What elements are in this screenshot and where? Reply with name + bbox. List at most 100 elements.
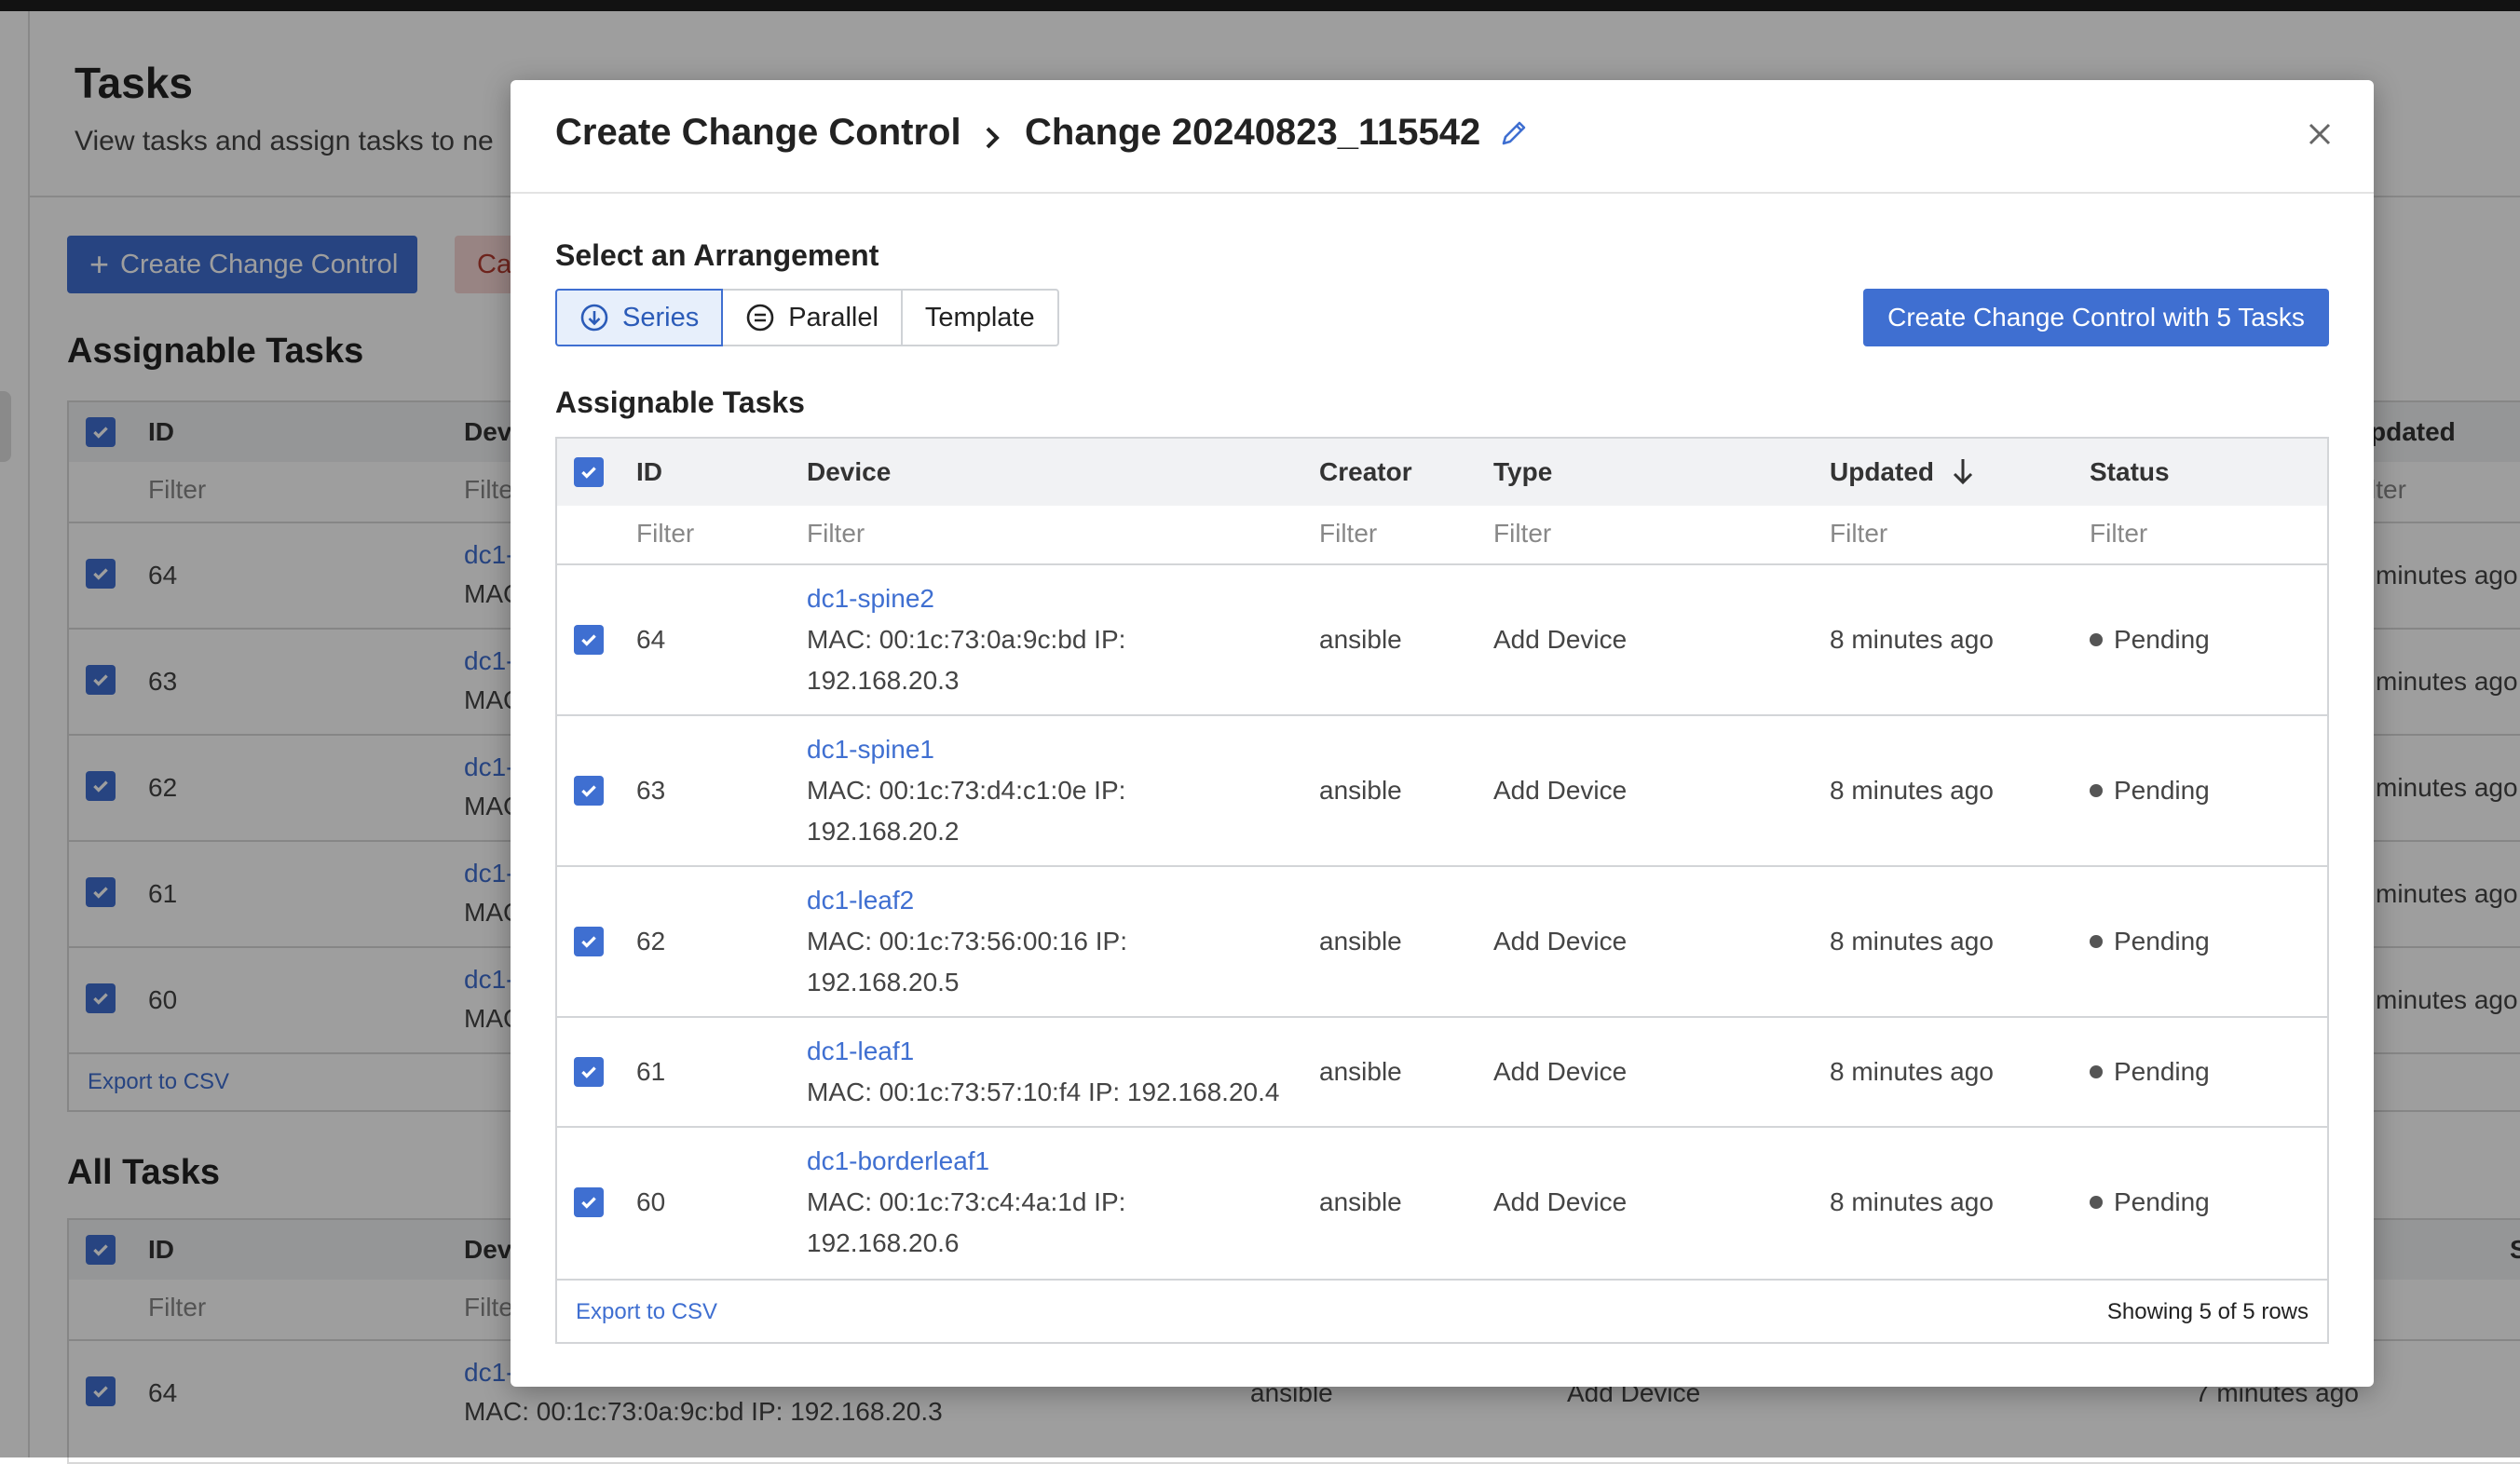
status-label: Pending	[2114, 776, 2210, 805]
filter-updated-input[interactable]: Filter	[1830, 519, 1887, 549]
device-mac: MAC: 00:1c:73:d4:c1:0e IP:	[807, 776, 1126, 805]
row-device-cell: dc1-spine1 MAC: 00:1c:73:d4:c1:0e IP: 19…	[807, 729, 1125, 852]
series-label: Series	[622, 302, 700, 332]
row-device-cell: dc1-borderleaf1 MAC: 00:1c:73:c4:4a:1d I…	[807, 1141, 1125, 1264]
select-all-checkbox[interactable]	[574, 457, 604, 487]
device-ip: 192.168.20.6	[807, 1228, 960, 1257]
chevron-right-icon	[978, 117, 1006, 164]
column-header-device[interactable]: Device	[807, 457, 891, 487]
arrangement-label: Select an Arrangement	[555, 238, 879, 272]
row-device-cell: dc1-spine2 MAC: 00:1c:73:0a:9c:bd IP: 19…	[807, 578, 1125, 701]
row-type: Add Device	[1493, 1057, 1628, 1086]
row-count-label: Showing 5 of 5 rows	[2106, 1299, 2309, 1324]
row-id: 64	[636, 625, 666, 654]
device-mac: MAC: 00:1c:73:0a:9c:bd IP:	[807, 625, 1126, 654]
row-updated: 8 minutes ago	[1830, 776, 1994, 805]
row-creator: ansible	[1319, 1187, 1402, 1216]
create-change-control-modal: Create Change Control Change 20240823_11…	[511, 80, 2374, 1387]
row-device-cell: dc1-leaf2 MAC: 00:1c:73:56:00:16 IP: 192…	[807, 880, 1127, 1003]
check-icon	[581, 467, 596, 479]
column-header-updated[interactable]: Updated	[1830, 457, 1975, 489]
table-row[interactable]: 61 dc1-leaf1 MAC: 00:1c:73:57:10:f4 IP: …	[557, 1018, 2327, 1128]
row-checkbox[interactable]	[574, 776, 604, 806]
device-link[interactable]: dc1-leaf1	[807, 1031, 1279, 1072]
filter-creator-input[interactable]: Filter	[1319, 519, 1377, 549]
row-updated: 8 minutes ago	[1830, 625, 1994, 654]
arrangement-template-button[interactable]: Template	[900, 289, 1059, 346]
row-status: Pending	[2090, 1187, 2210, 1217]
status-dot-icon	[2090, 783, 2103, 797]
row-type: Add Device	[1493, 927, 1628, 956]
pencil-icon[interactable]	[1498, 117, 1530, 149]
parallel-label: Parallel	[788, 302, 879, 332]
filter-status-input[interactable]: Filter	[2090, 519, 2147, 549]
table-row[interactable]: 60 dc1-borderleaf1 MAC: 00:1c:73:c4:4a:1…	[557, 1128, 2327, 1281]
row-checkbox[interactable]	[574, 927, 604, 956]
filter-row: Filter Filter Filter Filter Filter Filte…	[557, 506, 2327, 565]
filter-id-input[interactable]: Filter	[636, 519, 694, 549]
assignable-tasks-table: ID Device Creator Type Updated Status Fi…	[555, 437, 2329, 1344]
check-icon	[581, 1197, 596, 1209]
arrangement-parallel-button[interactable]: Parallel	[721, 289, 903, 346]
row-creator: ansible	[1319, 927, 1402, 956]
modal-header: Create Change Control Change 20240823_11…	[511, 80, 2374, 194]
device-ip: 192.168.20.3	[807, 666, 960, 695]
status-dot-icon	[2090, 632, 2103, 646]
export-csv-link[interactable]: Export to CSV	[576, 1299, 717, 1325]
device-ip: 192.168.20.5	[807, 968, 960, 996]
equals-circle-icon	[746, 304, 774, 332]
filter-type-input[interactable]: Filter	[1493, 519, 1551, 549]
device-link[interactable]: dc1-leaf2	[807, 880, 1127, 921]
row-id: 61	[636, 1057, 666, 1086]
check-icon	[581, 1066, 596, 1078]
column-header-type[interactable]: Type	[1493, 457, 1552, 487]
row-creator: ansible	[1319, 625, 1402, 654]
table-row[interactable]: 63 dc1-spine1 MAC: 00:1c:73:d4:c1:0e IP:…	[557, 716, 2327, 867]
row-id: 60	[636, 1187, 666, 1216]
check-icon	[581, 634, 596, 646]
arrow-down-circle-icon	[580, 304, 608, 332]
row-id: 62	[636, 927, 666, 956]
status-dot-icon	[2090, 1195, 2103, 1209]
row-updated: 8 minutes ago	[1830, 1057, 1994, 1086]
column-header-id[interactable]: ID	[636, 457, 662, 487]
check-icon	[581, 785, 596, 797]
modal-title: Create Change Control	[555, 112, 961, 153]
table-row[interactable]: 64 dc1-spine2 MAC: 00:1c:73:0a:9c:bd IP:…	[557, 565, 2327, 716]
row-updated: 8 minutes ago	[1830, 1187, 1994, 1216]
device-mac: MAC: 00:1c:73:c4:4a:1d IP:	[807, 1187, 1126, 1216]
check-icon	[581, 936, 596, 948]
row-device-cell: dc1-leaf1 MAC: 00:1c:73:57:10:f4 IP: 192…	[807, 1031, 1279, 1113]
create-change-control-button[interactable]: Create Change Control with 5 Tasks	[1863, 289, 2329, 346]
sidebar-handle	[0, 391, 11, 462]
arrangement-series-button[interactable]: Series	[555, 289, 724, 346]
row-checkbox[interactable]	[574, 625, 604, 655]
row-type: Add Device	[1493, 625, 1628, 654]
device-link[interactable]: dc1-borderleaf1	[807, 1141, 1125, 1182]
close-icon[interactable]	[2299, 114, 2340, 155]
row-type: Add Device	[1493, 1187, 1628, 1216]
column-header-status[interactable]: Status	[2090, 457, 2170, 487]
row-status: Pending	[2090, 927, 2210, 956]
device-link[interactable]: dc1-spine2	[807, 578, 1125, 619]
template-label: Template	[924, 302, 1035, 332]
status-dot-icon	[2090, 1064, 2103, 1078]
device-link[interactable]: dc1-spine1	[807, 729, 1125, 770]
status-label: Pending	[2114, 1057, 2210, 1086]
row-checkbox[interactable]	[574, 1057, 604, 1087]
row-status: Pending	[2090, 776, 2210, 806]
column-header-creator[interactable]: Creator	[1319, 457, 1412, 487]
status-dot-icon	[2090, 934, 2103, 948]
device-mac: MAC: 00:1c:73:56:00:16 IP:	[807, 927, 1127, 956]
row-checkbox[interactable]	[574, 1187, 604, 1217]
row-status: Pending	[2090, 1057, 2210, 1087]
table-row[interactable]: 62 dc1-leaf2 MAC: 00:1c:73:56:00:16 IP: …	[557, 867, 2327, 1018]
table-header: ID Device Creator Type Updated Status	[557, 439, 2327, 506]
row-type: Add Device	[1493, 776, 1628, 805]
change-name: Change 20240823_115542	[1025, 112, 1481, 153]
row-creator: ansible	[1319, 1057, 1402, 1086]
device-mac: MAC: 00:1c:73:57:10:f4 IP: 192.168.20.4	[807, 1078, 1280, 1106]
assignable-tasks-label: Assignable Tasks	[555, 386, 805, 419]
filter-device-input[interactable]: Filter	[807, 519, 865, 549]
row-updated: 8 minutes ago	[1830, 927, 1994, 956]
